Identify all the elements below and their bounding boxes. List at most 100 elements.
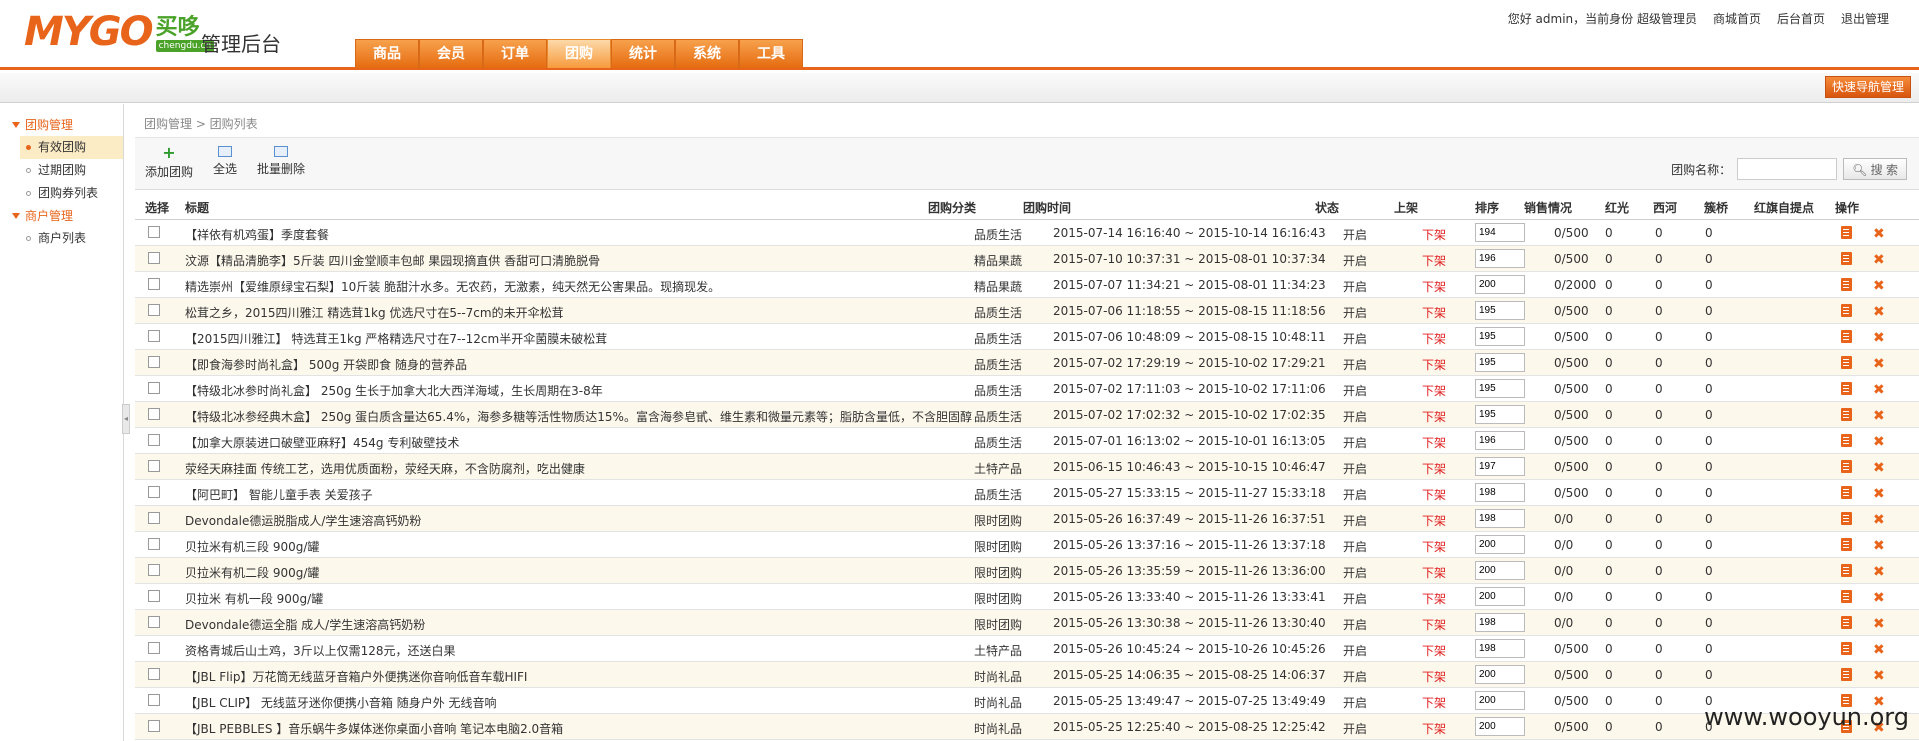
edit-icon[interactable] (1841, 590, 1852, 603)
quick-nav-button[interactable]: 快速导航管理 (1824, 76, 1911, 98)
edit-icon[interactable] (1841, 278, 1852, 291)
nav-tab-goods[interactable]: 商品 (355, 39, 419, 68)
delete-icon[interactable]: ✖ (1873, 538, 1885, 554)
sidebar-item-expired-groupbuy[interactable]: 过期团购 (0, 159, 123, 182)
sort-input[interactable] (1475, 431, 1525, 450)
row-checkbox[interactable] (148, 642, 160, 654)
sidebar-group-groupbuy[interactable]: 团购管理 (0, 114, 123, 136)
row-checkbox[interactable] (148, 486, 160, 498)
row-shelf[interactable]: 下架 (1422, 720, 1446, 737)
delete-icon[interactable]: ✖ (1873, 434, 1885, 450)
delete-icon[interactable]: ✖ (1873, 564, 1885, 580)
row-checkbox[interactable] (148, 720, 160, 732)
delete-icon[interactable]: ✖ (1873, 512, 1885, 528)
sort-input[interactable] (1475, 353, 1525, 372)
sort-input[interactable] (1475, 535, 1525, 554)
delete-icon[interactable]: ✖ (1873, 642, 1885, 658)
row-shelf[interactable]: 下架 (1422, 330, 1446, 347)
delete-icon[interactable]: ✖ (1873, 408, 1885, 424)
delete-icon[interactable]: ✖ (1873, 304, 1885, 320)
row-shelf[interactable]: 下架 (1422, 278, 1446, 295)
row-shelf[interactable]: 下架 (1422, 512, 1446, 529)
sort-input[interactable] (1475, 613, 1525, 632)
add-groupbuy-button[interactable]: + 添加团购 (145, 145, 193, 180)
sort-input[interactable] (1475, 249, 1525, 268)
row-checkbox[interactable] (148, 616, 160, 628)
sort-input[interactable] (1475, 405, 1525, 424)
edit-icon[interactable] (1841, 252, 1852, 265)
edit-icon[interactable] (1841, 460, 1852, 473)
edit-icon[interactable] (1841, 434, 1852, 447)
sort-input[interactable] (1475, 665, 1525, 684)
sort-input[interactable] (1475, 379, 1525, 398)
sort-input[interactable] (1475, 509, 1525, 528)
sort-input[interactable] (1475, 327, 1525, 346)
nav-tab-members[interactable]: 会员 (419, 39, 483, 68)
sidebar-item-coupon-list[interactable]: 团购券列表 (0, 182, 123, 205)
select-all-button[interactable]: 全选 (213, 146, 237, 177)
edit-icon[interactable] (1841, 330, 1852, 343)
row-shelf[interactable]: 下架 (1422, 434, 1446, 451)
delete-icon[interactable]: ✖ (1873, 668, 1885, 684)
nav-tab-orders[interactable]: 订单 (483, 39, 547, 68)
row-shelf[interactable]: 下架 (1422, 460, 1446, 477)
sidebar-item-active-groupbuy[interactable]: 有效团购 (20, 136, 123, 159)
edit-icon[interactable] (1841, 486, 1852, 499)
edit-icon[interactable] (1841, 356, 1852, 369)
row-shelf[interactable]: 下架 (1422, 226, 1446, 243)
row-shelf[interactable]: 下架 (1422, 590, 1446, 607)
delete-icon[interactable]: ✖ (1873, 356, 1885, 372)
delete-icon[interactable]: ✖ (1873, 486, 1885, 502)
row-shelf[interactable]: 下架 (1422, 538, 1446, 555)
edit-icon[interactable] (1841, 538, 1852, 551)
row-shelf[interactable]: 下架 (1422, 564, 1446, 581)
sort-input[interactable] (1475, 275, 1525, 294)
row-checkbox[interactable] (148, 278, 160, 290)
sort-input[interactable] (1475, 483, 1525, 502)
delete-icon[interactable]: ✖ (1873, 460, 1885, 476)
nav-tab-system[interactable]: 系统 (675, 39, 739, 68)
edit-icon[interactable] (1841, 304, 1852, 317)
row-checkbox[interactable] (148, 590, 160, 602)
row-shelf[interactable]: 下架 (1422, 694, 1446, 711)
edit-icon[interactable] (1841, 382, 1852, 395)
row-checkbox[interactable] (148, 304, 160, 316)
delete-icon[interactable]: ✖ (1873, 330, 1885, 346)
row-shelf[interactable]: 下架 (1422, 668, 1446, 685)
row-shelf[interactable]: 下架 (1422, 642, 1446, 659)
delete-icon[interactable]: ✖ (1873, 252, 1885, 268)
row-checkbox[interactable] (148, 434, 160, 446)
row-checkbox[interactable] (148, 382, 160, 394)
batch-delete-button[interactable]: 批量删除 (257, 146, 305, 177)
edit-icon[interactable] (1841, 226, 1852, 239)
row-shelf[interactable]: 下架 (1422, 616, 1446, 633)
sort-input[interactable] (1475, 587, 1525, 606)
row-shelf[interactable]: 下架 (1422, 356, 1446, 373)
delete-icon[interactable]: ✖ (1873, 616, 1885, 632)
row-checkbox[interactable] (148, 356, 160, 368)
edit-icon[interactable] (1841, 668, 1852, 681)
edit-icon[interactable] (1841, 616, 1852, 629)
delete-icon[interactable]: ✖ (1873, 278, 1885, 294)
row-checkbox[interactable] (148, 694, 160, 706)
delete-icon[interactable]: ✖ (1873, 590, 1885, 606)
search-button[interactable]: 🔍︎ 搜 索 (1843, 158, 1907, 180)
row-shelf[interactable]: 下架 (1422, 304, 1446, 321)
row-checkbox[interactable] (148, 460, 160, 472)
mall-home-link[interactable]: 商城首页 (1713, 10, 1761, 27)
row-checkbox[interactable] (148, 408, 160, 420)
row-checkbox[interactable] (148, 668, 160, 680)
nav-tab-groupbuy[interactable]: 团购 (547, 39, 611, 68)
sort-input[interactable] (1475, 717, 1525, 736)
row-checkbox[interactable] (148, 538, 160, 550)
sidebar-collapse-handle[interactable]: ◂ (122, 404, 130, 434)
edit-icon[interactable] (1841, 512, 1852, 525)
sidebar-group-merchants[interactable]: 商户管理 (0, 205, 123, 227)
edit-icon[interactable] (1841, 564, 1852, 577)
search-input[interactable] (1737, 158, 1838, 180)
row-shelf[interactable]: 下架 (1422, 486, 1446, 503)
row-checkbox[interactable] (148, 512, 160, 524)
row-shelf[interactable]: 下架 (1422, 382, 1446, 399)
edit-icon[interactable] (1841, 642, 1852, 655)
delete-icon[interactable]: ✖ (1873, 226, 1885, 242)
